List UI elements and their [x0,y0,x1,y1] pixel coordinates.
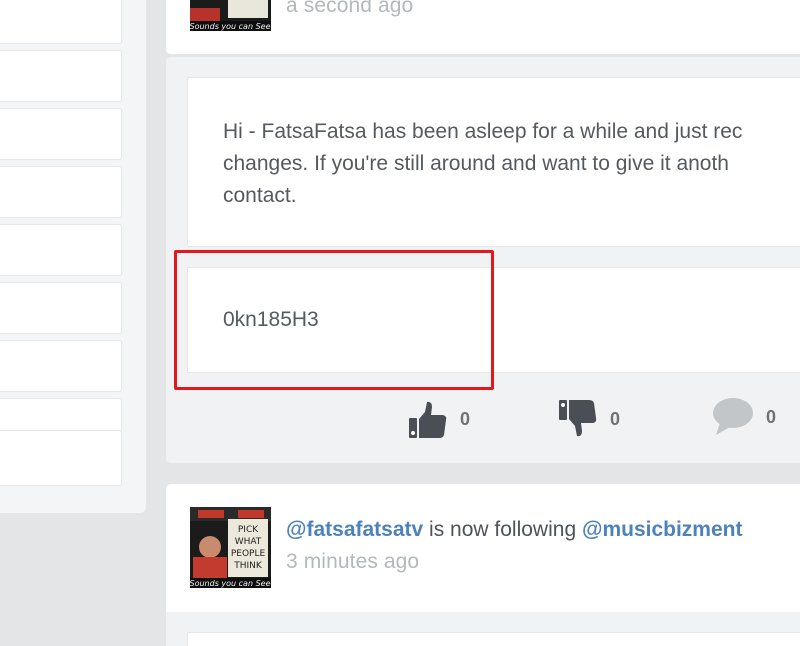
thumbs-up-icon [409,401,447,438]
actor-link[interactable]: @fatsafatsatv [286,518,423,541]
avatar[interactable]: PICK WHAT PEOPLE THINK Sounds you can Se… [190,507,271,588]
avatar-image: Sounds you can See [190,0,271,31]
dislike-button[interactable]: 0 [558,399,620,439]
post-timestamp: a second ago [286,0,414,17]
svg-text:PICK: PICK [238,525,259,535]
sidebar-item[interactable] [0,0,122,44]
avatar-image: PICK WHAT PEOPLE THINK Sounds you can Se… [190,507,271,588]
activity-verb: is now following [429,518,577,541]
svg-text:Sounds you can See: Sounds you can See [190,579,271,588]
thumbs-down-icon [559,400,597,437]
avatar[interactable]: Sounds you can See [190,0,271,31]
sidebar-item[interactable] [0,166,122,218]
sidebar-item[interactable] [0,50,122,102]
message-panel: Hi - FatsaFatsa has been asleep for a wh… [187,77,800,247]
sidebar-item[interactable] [0,430,122,486]
comment-button[interactable]: 0 [712,397,776,437]
target-link[interactable]: @musicbizment [582,518,743,541]
svg-text:WHAT: WHAT [235,537,262,547]
sidebar-item[interactable] [0,108,122,160]
like-count: 0 [460,408,471,429]
comment-count: 0 [766,406,777,427]
next-panel [187,632,800,646]
message-text: Hi - FatsaFatsa has been asleep for a wh… [223,120,743,207]
follow-activity: @fatsafatsatv is now following @musicbiz… [286,518,742,542]
highlight-box [174,250,494,390]
like-button[interactable]: 0 [408,399,470,439]
dislike-count: 0 [610,408,621,429]
svg-text:Sounds you can See: Sounds you can See [190,22,271,31]
feed-card-follow: PICK WHAT PEOPLE THINK Sounds you can Se… [166,484,800,646]
sidebar-item[interactable] [0,224,122,276]
follow-panel: PICK WHAT PEOPLE THINK Sounds you can Se… [166,484,800,612]
left-sidebar [0,0,146,513]
sidebar-item[interactable] [0,340,122,392]
sidebar-item[interactable] [0,282,122,334]
svg-text:THINK: THINK [233,561,263,571]
comment-icon [713,398,753,435]
feed-card-previous: Sounds you can See a second ago [166,0,800,55]
post-timestamp: 3 minutes ago [286,550,420,573]
svg-text:PEOPLE: PEOPLE [231,549,266,559]
